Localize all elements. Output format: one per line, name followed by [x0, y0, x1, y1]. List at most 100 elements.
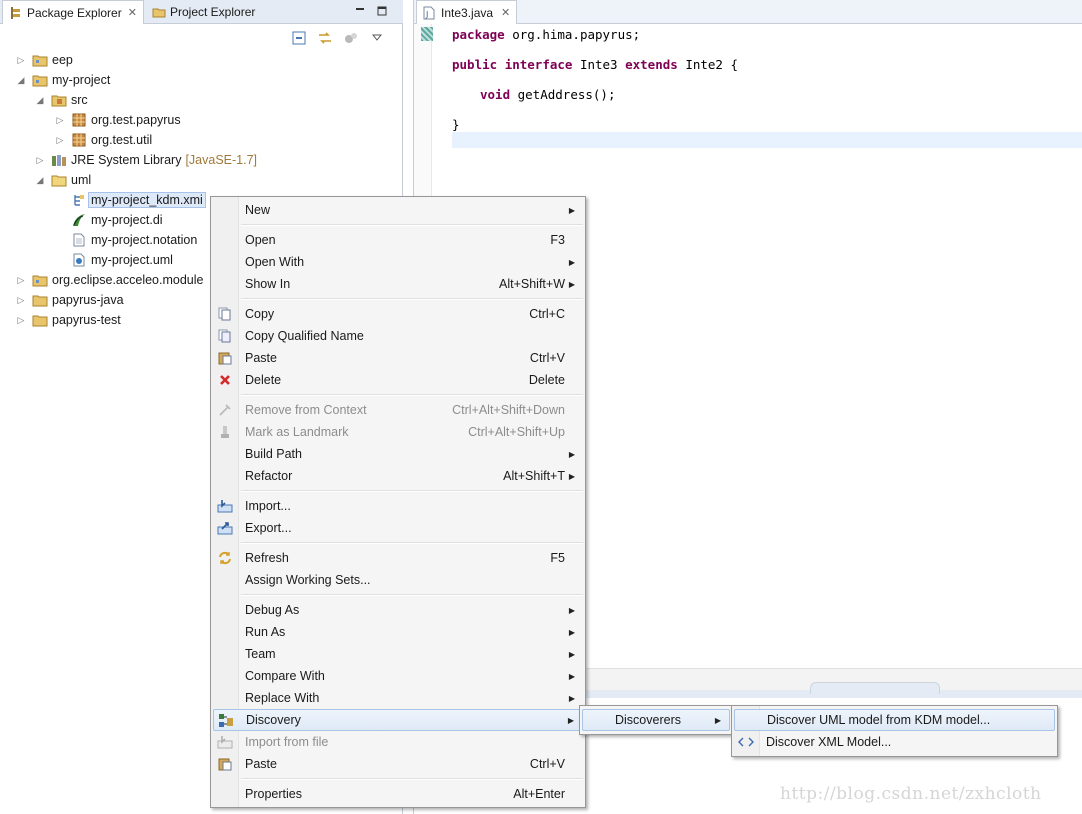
menu-item-remove-from-context[interactable]: Remove from Context Ctrl+Alt+Shift+Down	[213, 399, 583, 421]
tree-item-label: src	[71, 93, 88, 107]
folder-icon	[51, 172, 67, 188]
tree-item-my-project-kdm-xmi[interactable]: my-project_kdm.xmi	[71, 190, 206, 210]
tree-item-my-project[interactable]: ◢ my-project	[16, 70, 111, 90]
menu-item-discover-xml-model[interactable]: Discover XML Model...	[734, 731, 1055, 753]
context-menu: New ▶ Open F3 Open With ▶ Show In Alt+Shift+…	[210, 196, 586, 808]
menu-item-open[interactable]: Open F3	[213, 229, 583, 251]
menu-item-open-with[interactable]: Open With ▶	[213, 251, 583, 273]
tree-item-label: my-project.notation	[91, 233, 198, 247]
menu-item-replace-with[interactable]: Replace With ▶	[213, 687, 583, 709]
menu-item-run-as[interactable]: Run As ▶	[213, 621, 583, 643]
code-line: }	[452, 117, 460, 132]
menu-item-delete[interactable]: Delete Delete	[213, 369, 583, 391]
bottom-tab-stub[interactable]	[810, 682, 940, 694]
project-folder-icon	[32, 272, 48, 288]
current-line-highlight	[452, 132, 1082, 148]
menu-item-discoverers[interactable]: Discoverers ▶	[582, 709, 730, 731]
collapse-icon[interactable]: ◢	[35, 90, 45, 110]
expand-icon[interactable]: ▷	[55, 110, 65, 130]
expand-icon[interactable]: ▷	[16, 270, 26, 290]
tab-package-explorer[interactable]: Package Explorer ✕	[2, 0, 144, 24]
jre-version-decoration: [JavaSE-1.7]	[185, 153, 258, 167]
menu-item-assign-working-sets[interactable]: Assign Working Sets...	[213, 569, 583, 591]
tree-item-jre-system-library[interactable]: ▷ JRE System Library [JavaSE-1.7]	[35, 150, 258, 170]
package-icon	[71, 112, 87, 128]
tree-item-my-project-di[interactable]: my-project.di	[71, 210, 163, 230]
menu-item-discovery[interactable]: Discovery ▶	[213, 709, 583, 731]
menu-item-discover-uml-from-kdm[interactable]: Discover UML model from KDM model...	[734, 709, 1055, 731]
tree-item-org-test-papyrus[interactable]: ▷ org.test.papyrus	[55, 110, 181, 130]
menu-item-copy[interactable]: Copy Ctrl+C	[213, 303, 583, 325]
tab-inte3-java[interactable]: J Inte3.java ✕	[416, 0, 518, 24]
code-line: package org.hima.papyrus;	[452, 27, 641, 42]
collapse-icon[interactable]: ◢	[16, 70, 26, 90]
maximize-icon[interactable]	[374, 3, 390, 19]
tree-item-label: my-project.di	[91, 213, 163, 227]
discovery-icon	[218, 713, 234, 729]
close-icon[interactable]: ✕	[128, 6, 137, 19]
menu-item-compare-with[interactable]: Compare With ▶	[213, 665, 583, 687]
close-icon[interactable]: ✕	[501, 6, 510, 19]
link-with-editor-icon[interactable]	[316, 29, 334, 47]
tree-item-label: org.test.papyrus	[91, 113, 181, 127]
tree-item-label: eep	[52, 53, 73, 67]
refresh-icon	[217, 550, 233, 566]
view-menu-icon[interactable]	[368, 29, 386, 47]
menu-item-paste[interactable]: Paste Ctrl+V	[213, 347, 583, 369]
tree-item-label: org.eclipse.acceleo.module	[52, 273, 204, 287]
tree-item-label: my-project.uml	[91, 253, 173, 267]
tree-item-org-test-util[interactable]: ▷ org.test.util	[55, 130, 153, 150]
collapse-icon[interactable]: ◢	[35, 170, 45, 190]
tree-item-org-eclipse-acceleo-module[interactable]: ▷ org.eclipse.acceleo.module	[16, 270, 204, 290]
menu-item-paste-2[interactable]: Paste Ctrl+V	[213, 753, 583, 775]
export-icon	[217, 520, 233, 536]
copy-icon	[217, 306, 233, 322]
menu-item-mark-as-landmark[interactable]: Mark as Landmark Ctrl+Alt+Shift+Up	[213, 421, 583, 443]
expand-icon[interactable]: ▷	[55, 130, 65, 150]
tree-item-label: papyrus-test	[52, 313, 121, 327]
menu-item-debug-as[interactable]: Debug As ▶	[213, 599, 583, 621]
menu-item-import-from-file[interactable]: Import from file	[213, 731, 583, 753]
minimize-icon[interactable]	[352, 3, 368, 19]
menu-item-copy-qualified-name[interactable]: Copy Qualified Name	[213, 325, 583, 347]
code-line: public interface Inte3 extends Inte2 {	[452, 57, 739, 72]
expand-icon[interactable]: ▷	[16, 290, 26, 310]
menu-item-new[interactable]: New ▶	[213, 199, 583, 221]
collapse-all-icon[interactable]	[290, 29, 308, 47]
menu-item-team[interactable]: Team ▶	[213, 643, 583, 665]
menu-item-import[interactable]: Import...	[213, 495, 583, 517]
code-line: void getAddress();	[480, 87, 616, 102]
menu-separator	[241, 298, 583, 300]
project-folder-icon	[32, 72, 48, 88]
menu-item-properties[interactable]: Properties Alt+Enter	[213, 783, 583, 805]
quick-diff-marker	[421, 27, 433, 41]
tree-item-my-project-uml[interactable]: my-project.uml	[71, 250, 173, 270]
view-tab-bar: Package Explorer ✕ Project Explorer	[0, 0, 403, 24]
copy-qualified-name-icon	[217, 328, 233, 344]
project-folder-icon	[32, 292, 48, 308]
java-file-icon: J	[423, 6, 437, 20]
tree-item-papyrus-test[interactable]: ▷ papyrus-test	[16, 310, 121, 330]
menu-item-refresh[interactable]: Refresh F5	[213, 547, 583, 569]
menu-item-build-path[interactable]: Build Path ▶	[213, 443, 583, 465]
tree-item-src[interactable]: ◢ src	[35, 90, 88, 110]
menu-item-export[interactable]: Export...	[213, 517, 583, 539]
expand-icon[interactable]: ▷	[16, 310, 26, 330]
tree-item-papyrus-java[interactable]: ▷ papyrus-java	[16, 290, 124, 310]
tab-project-explorer[interactable]: Project Explorer	[146, 0, 261, 24]
tree-item-my-project-notation[interactable]: my-project.notation	[71, 230, 197, 250]
menu-separator	[241, 542, 583, 544]
expand-icon[interactable]: ▷	[16, 50, 26, 70]
expand-icon[interactable]: ▷	[35, 150, 45, 170]
tree-item-uml[interactable]: ◢ uml	[35, 170, 92, 190]
menu-item-refactor[interactable]: Refactor Alt+Shift+T ▶	[213, 465, 583, 487]
source-folder-icon	[51, 92, 67, 108]
tree-item-label: org.test.util	[91, 133, 153, 147]
import-icon	[217, 498, 233, 514]
menu-item-show-in[interactable]: Show In Alt+Shift+W ▶	[213, 273, 583, 295]
tab-label: Inte3.java	[441, 5, 494, 20]
xml-icon	[738, 734, 754, 750]
remove-from-context-icon	[217, 402, 233, 418]
tree-item-eep[interactable]: ▷ eep	[16, 50, 73, 70]
focus-icon[interactable]	[342, 29, 360, 47]
